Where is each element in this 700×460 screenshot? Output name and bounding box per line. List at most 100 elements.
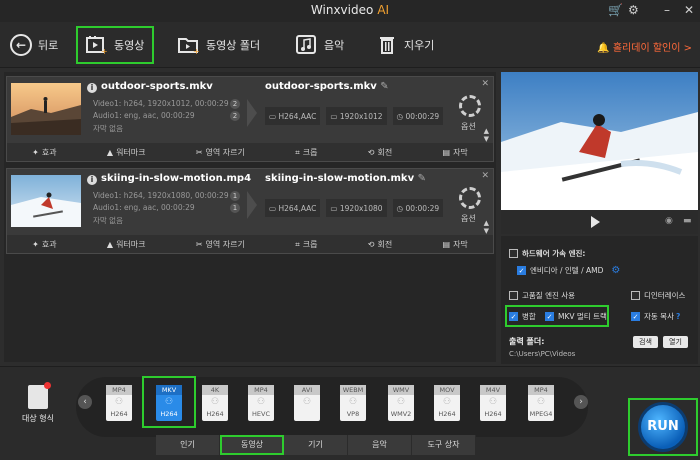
edit-effect-button[interactable]: ✦ 효과 bbox=[32, 147, 56, 158]
edit-crop-button[interactable]: ⌗ 크롭 bbox=[295, 239, 317, 250]
format-mp4-h264[interactable]: MP4 ⚇ H264 bbox=[106, 385, 132, 421]
info-icon[interactable]: i bbox=[87, 83, 97, 93]
promo-link[interactable]: 🔔 홀리데이 할인이 > bbox=[597, 39, 692, 54]
trim-label: 영역 자르기 bbox=[205, 239, 245, 249]
hw-vendor-checkbox[interactable]: ✓ bbox=[517, 266, 526, 275]
reorder-arrows-icon[interactable]: ▲ ▼ bbox=[484, 219, 489, 235]
format-file-icon: ⚇ bbox=[210, 397, 220, 407]
tab-music[interactable]: 음악 bbox=[348, 435, 412, 455]
folder-label: 동영상 폴더 bbox=[206, 39, 261, 52]
folder-open-icon[interactable]: ▬ bbox=[683, 216, 692, 226]
format-wmv-wmv2[interactable]: WMV ⚇ WMV2 bbox=[388, 385, 414, 421]
carousel-prev-icon[interactable]: ‹ bbox=[78, 395, 92, 409]
add-video-button[interactable]: + 동영상 bbox=[76, 26, 155, 64]
hq-engine-checkbox[interactable] bbox=[509, 291, 518, 300]
app-title: Winxvideo AI bbox=[0, 3, 700, 17]
edit-tools-bar: ✦ 효과 ▲ 워터마크 ✂ 영역 자르기 ⌗ 크롭 ⟲ 회전 ▤ 자막 bbox=[7, 235, 493, 253]
format-mp4-mpeg4[interactable]: MP4 ⚇ MPEG4 bbox=[528, 385, 554, 421]
reorder-arrows-icon[interactable]: ▲ ▼ bbox=[484, 127, 489, 143]
edit-pencil-icon[interactable]: ✎ bbox=[380, 81, 388, 92]
back-button[interactable]: ← 뒤로 bbox=[10, 26, 58, 64]
codec-options-label[interactable]: 옵션 bbox=[461, 213, 476, 224]
mkv-multitrack-checkbox[interactable]: ✓ bbox=[545, 312, 554, 321]
video-track-count[interactable]: 2 bbox=[230, 99, 240, 109]
tab-toolbox[interactable]: 도구 상자 bbox=[412, 435, 476, 455]
merge-checkbox[interactable]: ✓ bbox=[509, 312, 518, 321]
hq-engine-option[interactable]: 고품질 엔진 사용 bbox=[509, 290, 575, 301]
codec-options-icon[interactable] bbox=[459, 95, 481, 117]
source-file-name: outdoor-sports.mkv bbox=[101, 81, 213, 92]
target-format-button[interactable]: 대상 형식 bbox=[18, 382, 58, 424]
snapshot-icon[interactable]: ◉ bbox=[665, 216, 673, 226]
file-item[interactable]: i skiing-in-slow-motion.mp4 Video1: h264… bbox=[6, 168, 494, 254]
help-icon[interactable]: ? bbox=[676, 312, 680, 321]
edit-trim-button[interactable]: ✂ 영역 자르기 bbox=[196, 147, 245, 158]
auto-copy-checkbox[interactable]: ✓ bbox=[631, 312, 640, 321]
cart-icon[interactable]: 🛒 bbox=[608, 3, 623, 17]
mkv-multitrack-option[interactable]: ✓ MKV 멀티 트랙 bbox=[545, 311, 607, 322]
open-folder-button[interactable]: 열기 bbox=[663, 336, 688, 348]
edit-watermark-button[interactable]: ▲ 워터마크 bbox=[107, 239, 146, 250]
format-mp4-hevc[interactable]: MP4 ⚇ HEVC bbox=[248, 385, 274, 421]
browse-button[interactable]: 검색 bbox=[633, 336, 658, 348]
edit-subtitle-button[interactable]: ▤ 자막 bbox=[443, 239, 468, 250]
add-folder-button[interactable]: + 동영상 폴더 bbox=[178, 26, 260, 64]
tab-popular[interactable]: 인기 bbox=[156, 435, 220, 455]
clear-button[interactable]: 지우기 bbox=[376, 26, 434, 64]
deinterlace-checkbox[interactable] bbox=[631, 291, 640, 300]
remove-item-icon[interactable]: ✕ bbox=[481, 171, 489, 181]
play-icon[interactable] bbox=[591, 216, 600, 228]
gear-icon[interactable]: ⚙ bbox=[628, 3, 639, 17]
edit-crop-button[interactable]: ⌗ 크롭 bbox=[295, 147, 317, 158]
output-codec-text: H264,AAC bbox=[278, 203, 317, 213]
target-format-icon bbox=[28, 382, 51, 409]
format-top: WEBM bbox=[340, 385, 366, 395]
merge-option[interactable]: ✓ 병합 bbox=[509, 311, 536, 322]
codec-options-label[interactable]: 옵션 bbox=[461, 121, 476, 132]
output-file-name[interactable]: skiing-in-slow-motion.mkv ✎ bbox=[265, 173, 426, 184]
format-mov-h264[interactable]: MOV ⚇ H264 bbox=[434, 385, 460, 421]
output-folder-path: C:\Users\PC\Videos bbox=[509, 350, 576, 358]
edit-rotate-button[interactable]: ⟲ 회전 bbox=[368, 239, 392, 250]
folder-video-icon: + bbox=[178, 34, 200, 56]
output-file-name[interactable]: outdoor-sports.mkv ✎ bbox=[265, 81, 389, 92]
carousel-next-icon[interactable]: › bbox=[574, 395, 588, 409]
hw-settings-gear-icon[interactable]: ⚙ bbox=[611, 265, 620, 276]
minimize-icon[interactable]: – bbox=[664, 3, 670, 17]
trash-icon bbox=[376, 34, 398, 56]
hw-vendor-option[interactable]: ✓ 엔비디아 / 인텔 / AMD ⚙ bbox=[517, 265, 620, 276]
video-track-count[interactable]: 1 bbox=[230, 191, 240, 201]
format-avi[interactable]: AVI ⚇ bbox=[294, 385, 320, 421]
app-ai-label: AI bbox=[377, 3, 390, 17]
remove-item-icon[interactable]: ✕ bbox=[481, 79, 489, 89]
output-info-row: ▭ H264,AAC ▭ 1920x1080 ◷ 00:00:29 bbox=[265, 199, 444, 217]
file-item[interactable]: i outdoor-sports.mkv Video1: h264, 1920x… bbox=[6, 76, 494, 162]
close-icon[interactable]: ✕ bbox=[684, 3, 694, 17]
edit-watermark-button[interactable]: ▲ 워터마크 bbox=[107, 147, 146, 158]
output-codec-text: H264,AAC bbox=[278, 111, 317, 121]
format-webm-vp8[interactable]: WEBM ⚇ VP8 bbox=[340, 385, 366, 421]
codec-options-icon[interactable] bbox=[459, 187, 481, 209]
auto-copy-option[interactable]: ✓ 자동 복사 ? bbox=[631, 311, 680, 322]
add-music-button[interactable]: 음악 bbox=[296, 26, 344, 64]
hw-accel-checkbox[interactable] bbox=[509, 249, 518, 258]
deinterlace-option[interactable]: 디인터레이스 bbox=[631, 290, 685, 301]
edit-subtitle-button[interactable]: ▤ 자막 bbox=[443, 147, 468, 158]
format-m4v-h264[interactable]: M4V ⚇ H264 bbox=[480, 385, 506, 421]
output-info-row: ▭ H264,AAC ▭ 1920x1012 ◷ 00:00:29 bbox=[265, 107, 444, 125]
edit-pencil-icon[interactable]: ✎ bbox=[418, 173, 426, 184]
tab-device[interactable]: 기기 bbox=[284, 435, 348, 455]
edit-rotate-button[interactable]: ⟲ 회전 bbox=[368, 147, 392, 158]
edit-trim-button[interactable]: ✂ 영역 자르기 bbox=[196, 239, 245, 250]
audio-track-count[interactable]: 2 bbox=[230, 111, 240, 121]
format-4k-h264[interactable]: 4K ⚇ H264 bbox=[202, 385, 228, 421]
hq-engine-label: 고품질 엔진 사용 bbox=[522, 291, 576, 300]
audio-track-info: Audio1: eng, aac, 00:00:29 bbox=[93, 111, 195, 120]
format-bottom: HEVC bbox=[252, 410, 270, 418]
edit-effect-button[interactable]: ✦ 효과 bbox=[32, 239, 56, 250]
audio-track-count[interactable]: 1 bbox=[230, 203, 240, 213]
video-preview[interactable] bbox=[501, 72, 698, 210]
run-button[interactable]: RUN bbox=[638, 402, 688, 452]
tab-video[interactable]: 동영상 bbox=[220, 435, 284, 455]
info-icon[interactable]: i bbox=[87, 175, 97, 185]
